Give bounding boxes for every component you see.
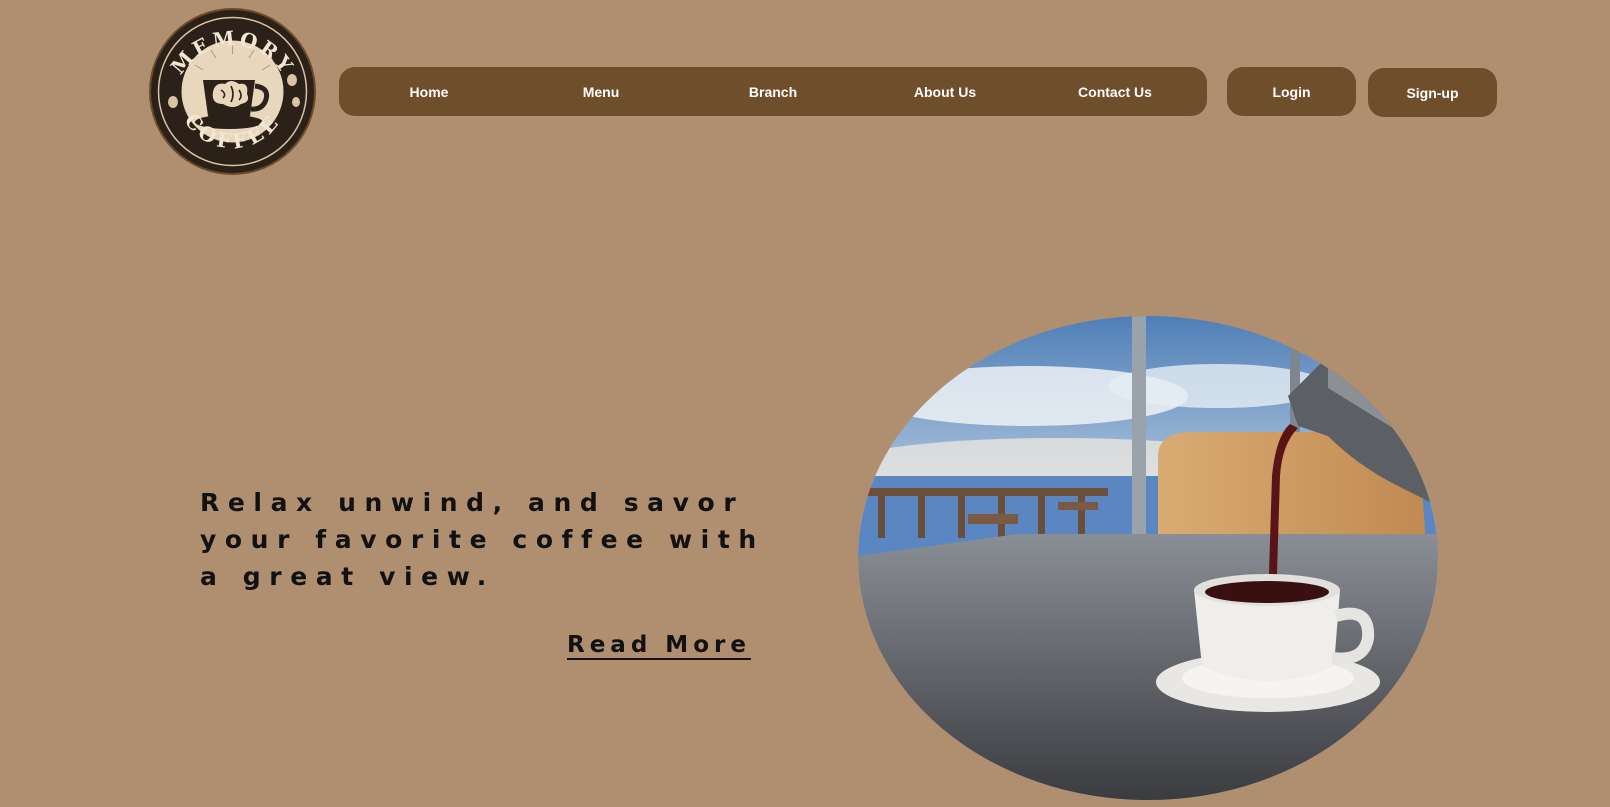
nav-about-us-link[interactable]: About Us bbox=[914, 67, 976, 116]
login-button[interactable]: Login bbox=[1227, 67, 1356, 116]
read-more-link[interactable]: Read More bbox=[567, 632, 751, 658]
signup-button[interactable]: Sign-up bbox=[1368, 68, 1497, 117]
coffee-pouring-illustration bbox=[858, 316, 1438, 800]
hero-coffee-image bbox=[858, 316, 1438, 800]
nav-branch-link[interactable]: Branch bbox=[749, 67, 797, 116]
nav-home-link[interactable]: Home bbox=[410, 67, 449, 116]
hero-tagline: Relax unwind, and savor your favorite co… bbox=[200, 488, 765, 591]
logo-emblem-icon: MEMORY COFFEE bbox=[153, 12, 312, 171]
nav-contact-us-link[interactable]: Contact Us bbox=[1078, 67, 1152, 116]
main-navigation: Home Menu Branch About Us Contact Us bbox=[339, 67, 1207, 116]
nav-menu-link[interactable]: Menu bbox=[583, 67, 620, 116]
memory-coffee-logo[interactable]: MEMORY COFFEE bbox=[151, 10, 314, 173]
